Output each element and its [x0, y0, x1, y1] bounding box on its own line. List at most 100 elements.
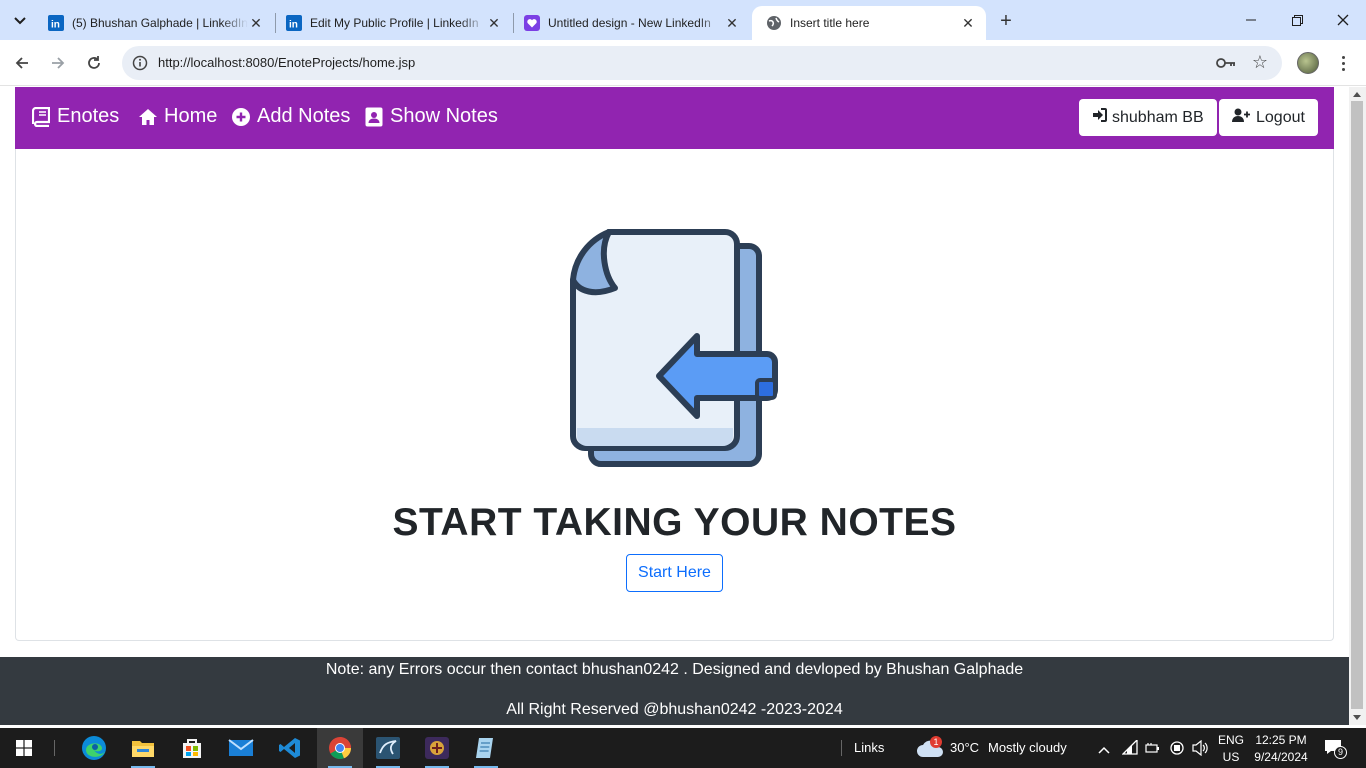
svg-text:in: in: [289, 20, 298, 31]
close-tab-icon[interactable]: ✕: [960, 15, 976, 31]
footer-copyright: All Right Reserved @bhushan0242 -2023-20…: [506, 701, 843, 718]
browser-tab-3[interactable]: Untitled design - New LinkedIn ✕: [510, 6, 750, 40]
mysql-workbench-icon: [376, 737, 400, 759]
taskbar-mysql[interactable]: [368, 728, 408, 768]
chevron-down-icon: [14, 17, 26, 25]
tab-search-button[interactable]: [7, 8, 33, 34]
browser-menu-icon[interactable]: [1336, 50, 1350, 76]
meet-now-icon[interactable]: [1169, 740, 1185, 761]
browser-tab-4-active[interactable]: Insert title here ✕: [752, 6, 986, 40]
restore-icon: [1291, 14, 1303, 26]
store-icon: [183, 739, 201, 758]
folder-icon: [132, 741, 154, 757]
tab-title: Untitled design - New LinkedIn: [548, 16, 711, 30]
minimize-icon: [1246, 19, 1256, 21]
language-indicator[interactable]: ENG US: [1214, 731, 1248, 765]
show-hidden-icons[interactable]: [1098, 741, 1110, 759]
taskbar-chrome[interactable]: [317, 728, 363, 768]
site-info-icon[interactable]: [130, 53, 150, 73]
taskbar-notepad[interactable]: [466, 728, 506, 768]
start-button[interactable]: [4, 728, 44, 768]
weather-widget[interactable]: 1 30°C Mostly cloudy: [912, 728, 1082, 768]
mail-icon: [228, 739, 254, 756]
logout-button[interactable]: Logout: [1219, 99, 1318, 136]
notification-count: 9: [1334, 746, 1347, 759]
battery-plug-icon[interactable]: [1145, 740, 1161, 761]
taskbar-file-explorer[interactable]: [123, 728, 163, 768]
forward-button[interactable]: [44, 49, 72, 77]
network-icon[interactable]: [1121, 738, 1138, 761]
page-footer: Note: any Errors occur then contact bhus…: [0, 657, 1349, 725]
canva-heart-icon: [524, 15, 540, 31]
close-icon: [1337, 14, 1349, 26]
back-button[interactable]: [8, 49, 36, 77]
tab-title: Edit My Public Profile | LinkedIn: [310, 16, 479, 30]
weather-temp: 30°C: [950, 740, 980, 755]
linkedin-icon: in: [286, 15, 302, 31]
nav-show-notes-link[interactable]: Show Notes: [364, 105, 498, 128]
scroll-down-arrow[interactable]: [1353, 715, 1361, 720]
start-here-button[interactable]: Start Here: [626, 554, 723, 592]
taskbar-store[interactable]: [172, 728, 212, 768]
brand-text: Enotes: [57, 105, 120, 127]
logout-button-label: Logout: [1256, 108, 1305, 126]
app-navbar: Enotes Home Add Notes Show Notes shubham…: [15, 87, 1334, 149]
scroll-up-arrow[interactable]: [1353, 92, 1361, 97]
close-tab-icon[interactable]: ✕: [724, 15, 740, 31]
browser-toolbar: http://localhost:8080/EnoteProjects/home…: [0, 40, 1366, 86]
globe-icon: [766, 15, 782, 31]
tab-title: (5) Bhushan Galphade | LinkedIn: [72, 16, 248, 30]
clock-time: 12:25 PM: [1255, 733, 1307, 747]
taskbar-game-app[interactable]: [417, 728, 457, 768]
document-import-icon: [570, 229, 778, 467]
nav-home-label: Home: [164, 105, 218, 127]
windows-logo-icon: [16, 740, 32, 756]
address-book-icon: [364, 107, 384, 127]
plus-circle-icon: [231, 107, 251, 127]
reload-button[interactable]: [80, 49, 108, 77]
notification-center-button[interactable]: 9: [1320, 736, 1350, 760]
weather-badge: 1: [930, 736, 942, 748]
key-icon[interactable]: [1216, 54, 1236, 72]
taskbar-separator: [54, 740, 55, 756]
arrow-left-icon: [15, 57, 28, 69]
bookmark-star-icon[interactable]: ☆: [1252, 52, 1268, 73]
browser-tab-1[interactable]: in (5) Bhushan Galphade | LinkedIn ✕: [34, 6, 274, 40]
footer-note: Note: any Errors occur then contact bhus…: [325, 661, 1024, 678]
user-button[interactable]: shubham BB: [1079, 99, 1217, 136]
nav-add-notes-link[interactable]: Add Notes: [231, 105, 350, 128]
nav-home-link[interactable]: Home: [138, 105, 217, 128]
speaker-icon[interactable]: [1192, 739, 1210, 761]
minimize-button[interactable]: [1228, 0, 1274, 40]
profile-avatar[interactable]: [1297, 52, 1319, 74]
url-text[interactable]: http://localhost:8080/EnoteProjects/home…: [158, 55, 415, 70]
close-tab-icon[interactable]: ✕: [248, 15, 264, 31]
game-app-icon: [425, 737, 449, 759]
brand-link[interactable]: Enotes: [31, 105, 119, 128]
taskbar-edge[interactable]: [74, 728, 114, 768]
close-tab-icon[interactable]: ✕: [486, 15, 502, 31]
book-icon: [31, 106, 51, 127]
page-scrollbar[interactable]: [1349, 87, 1366, 725]
plus-icon: +: [1000, 9, 1012, 32]
page-viewport: Enotes Home Add Notes Show Notes shubham…: [0, 87, 1349, 725]
scroll-thumb[interactable]: [1351, 101, 1363, 709]
taskbar-vscode[interactable]: [270, 728, 310, 768]
browser-tab-2[interactable]: in Edit My Public Profile | LinkedIn ✕: [272, 6, 512, 40]
linkedin-icon: in: [48, 15, 64, 31]
arrow-right-icon: [52, 57, 65, 69]
weather-desc: Mostly cloudy: [988, 740, 1067, 755]
restore-button[interactable]: [1274, 0, 1320, 40]
edge-icon: [82, 736, 106, 760]
clock[interactable]: 12:25 PM 9/24/2024: [1250, 731, 1312, 765]
new-tab-button[interactable]: +: [992, 7, 1020, 35]
links-toolbar[interactable]: Links: [854, 740, 884, 755]
nav-add-notes-label: Add Notes: [257, 105, 351, 127]
nav-show-notes-label: Show Notes: [390, 105, 498, 127]
taskbar-mail[interactable]: [221, 728, 261, 768]
address-bar[interactable]: http://localhost:8080/EnoteProjects/home…: [122, 46, 1282, 80]
close-window-button[interactable]: [1320, 0, 1366, 40]
tab-title: Insert title here: [790, 16, 870, 30]
svg-text:in: in: [51, 20, 60, 31]
home-icon: [138, 107, 158, 127]
